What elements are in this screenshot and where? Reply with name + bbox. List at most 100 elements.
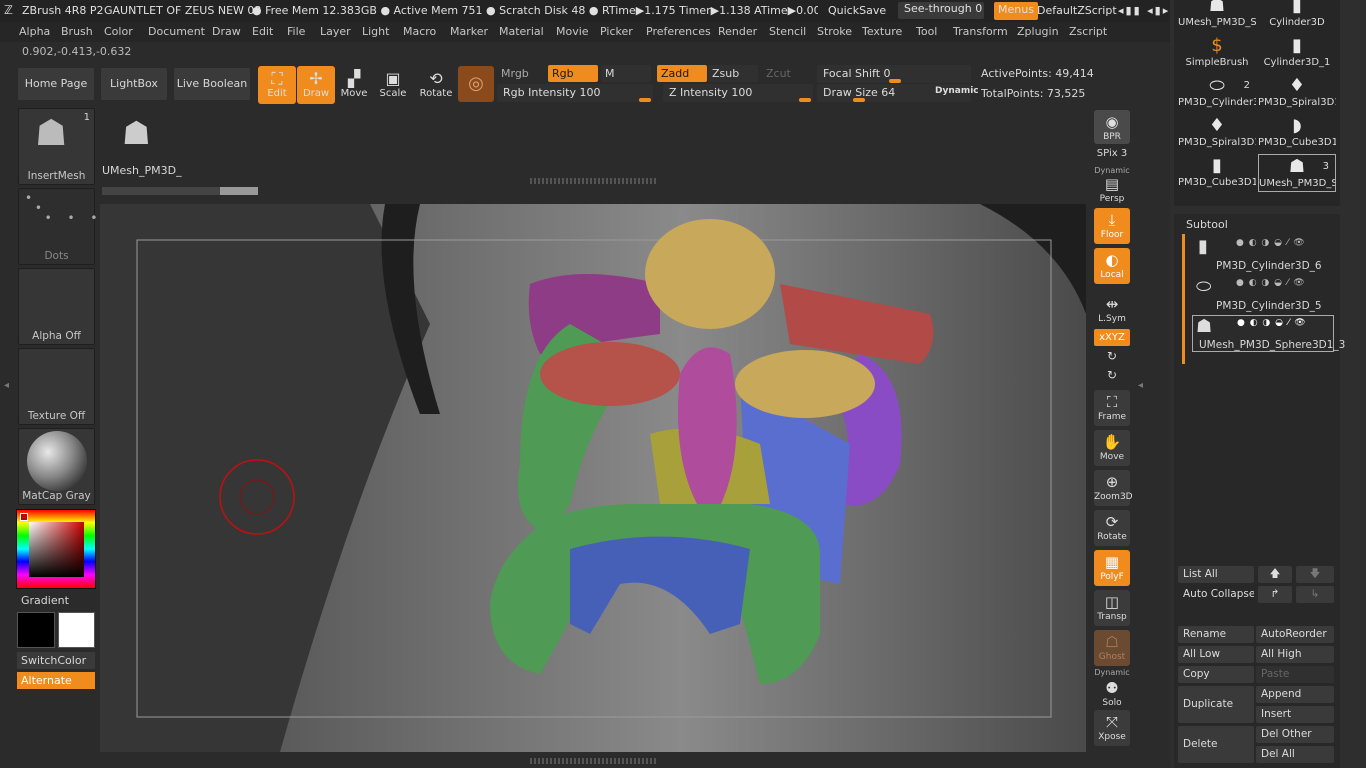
menu-item[interactable]: Movie	[556, 25, 589, 38]
menu-item[interactable]: Light	[362, 25, 389, 38]
menu-item[interactable]: File	[287, 25, 305, 38]
duplicate-button[interactable]: Duplicate	[1178, 686, 1254, 723]
draw-button[interactable]: ✢ Draw	[297, 66, 335, 104]
rgb-button[interactable]: Rgb	[548, 65, 598, 82]
home-page-button[interactable]: Home Page	[17, 67, 95, 101]
menu-item[interactable]: Texture	[862, 25, 902, 38]
lsym-button[interactable]: ⇹ L.Sym	[1094, 292, 1130, 324]
texture-slot[interactable]: Texture Off	[18, 348, 95, 425]
arrow-right-icon[interactable]: ↱	[1258, 586, 1292, 603]
subtool-toggle-icons[interactable]: ● ◐ ◑ ◒ ⁄ 👁	[1236, 238, 1306, 248]
zcut-button[interactable]: Zcut	[762, 65, 812, 82]
subtool-item[interactable]: ▮ ● ◐ ◑ ◒ ⁄ 👁 PM3D_Cylinder3D_6	[1192, 236, 1334, 274]
slider-knob[interactable]	[889, 79, 901, 83]
autoreorder-button[interactable]: AutoReorder	[1256, 626, 1334, 643]
menu-item[interactable]: Transform	[953, 25, 1008, 38]
scrollbar-thumb[interactable]	[220, 187, 258, 195]
material-slot[interactable]: MatCap Gray	[18, 428, 95, 505]
color-marker[interactable]	[20, 513, 28, 521]
m-button[interactable]: M	[601, 65, 651, 82]
layout-icons[interactable]: ◂▮▮ ◂▮▸	[1118, 4, 1170, 17]
tool-thumbnail[interactable]: ⬭ PM3D_Cylinder3 2	[1178, 74, 1256, 112]
menu-item[interactable]: Render	[718, 25, 757, 38]
subtool-item[interactable]: ⬭ ● ◐ ◑ ◒ ⁄ 👁 PM3D_Cylinder3D_5	[1192, 276, 1334, 314]
menu-item[interactable]: Brush	[61, 25, 93, 38]
alternate-button[interactable]: Alternate	[17, 672, 95, 689]
subtool-toggle-icons[interactable]: ● ◐ ◑ ◒ ⁄ 👁	[1236, 278, 1306, 288]
move-view-button[interactable]: ✋ Move	[1094, 430, 1130, 466]
stroke-slot[interactable]: • • • • • Dots	[18, 188, 98, 265]
rotate-z-icon[interactable]: ↻	[1094, 368, 1130, 382]
insert-button[interactable]: Insert	[1256, 706, 1334, 723]
tool-thumbnail[interactable]: ▮ Cylinder3D_1	[1258, 34, 1336, 72]
solo-button[interactable]: ⚉ Solo	[1094, 676, 1130, 708]
rotate-y-icon[interactable]: ↻	[1094, 349, 1130, 363]
scale-button[interactable]: ▣ Scale	[374, 66, 412, 104]
menus-button[interactable]: Menus	[994, 2, 1038, 20]
list-all-button[interactable]: List All	[1178, 566, 1254, 583]
lightbox-button[interactable]: LightBox	[100, 67, 168, 101]
arrow-down-right-icon[interactable]: ↳	[1296, 586, 1334, 603]
zsub-button[interactable]: Zsub	[708, 65, 758, 82]
menu-item[interactable]: Macro	[403, 25, 436, 38]
tool-thumbnail[interactable]: ▮ Cylinder3D	[1258, 0, 1336, 32]
menu-item[interactable]: Color	[104, 25, 133, 38]
move-button[interactable]: ▞ Move	[335, 66, 373, 104]
transp-button[interactable]: ◫ Transp	[1094, 590, 1130, 626]
del-other-button[interactable]: Del Other	[1256, 726, 1334, 743]
tool-thumbnail[interactable]: ◗ PM3D_Cube3D1	[1258, 114, 1336, 152]
menu-item[interactable]: Preferences	[646, 25, 711, 38]
menu-item[interactable]: Document	[148, 25, 205, 38]
menu-item[interactable]: Alpha	[19, 25, 50, 38]
left-tray-arrow-icon[interactable]: ◂	[4, 380, 9, 391]
tool-thumbnail[interactable]: ♦ PM3D_Spiral3D1	[1258, 74, 1336, 112]
right-tray-arrow-icon[interactable]: ◂	[1138, 380, 1143, 391]
menu-item[interactable]: Tool	[916, 25, 937, 38]
menu-item[interactable]: Picker	[600, 25, 633, 38]
menu-item[interactable]: Draw	[212, 25, 241, 38]
menu-item[interactable]: Zplugin	[1017, 25, 1059, 38]
zadd-button[interactable]: Zadd	[657, 65, 707, 82]
local-button[interactable]: ◐ Local	[1094, 248, 1130, 284]
polyf-button[interactable]: ▦ PolyF	[1094, 550, 1130, 586]
menu-item[interactable]: Stroke	[817, 25, 852, 38]
frame-button[interactable]: ⛶ Frame	[1094, 390, 1130, 426]
bpr-button[interactable]: ◉ BPR	[1094, 110, 1130, 144]
subtool-toggle-icons[interactable]: ● ◐ ◑ ◒ ⁄ 👁	[1237, 318, 1307, 328]
auto-collapse-button[interactable]: Auto Collapse	[1178, 586, 1254, 603]
tool-thumbnail[interactable]: $ SimpleBrush	[1178, 34, 1256, 72]
menu-item[interactable]: Material	[499, 25, 544, 38]
ghost-button[interactable]: ☖ Ghost	[1094, 630, 1130, 666]
z-intensity-slider[interactable]: Z Intensity 100	[663, 84, 813, 102]
move-up-arrow-icon[interactable]: 🡅	[1258, 566, 1292, 583]
append-button[interactable]: Append	[1256, 686, 1334, 703]
tool-thumbnail[interactable]: ♦ PM3D_Spiral3D1	[1178, 114, 1256, 152]
del-all-button[interactable]: Del All	[1256, 746, 1334, 763]
tool-thumbnail[interactable]: ☗ UMesh_PM3D_Sp	[1178, 0, 1256, 32]
alpha-slot[interactable]: Alpha Off	[18, 268, 95, 345]
subtool-item-selected[interactable]: ☗ ● ◐ ◑ ◒ ⁄ 👁 UMesh_PM3D_Sphere3D1_3	[1192, 315, 1345, 352]
switchcolor-button[interactable]: SwitchColor	[17, 652, 95, 669]
slider-knob[interactable]	[799, 98, 811, 102]
menu-item[interactable]: Zscript	[1069, 25, 1107, 38]
menu-item[interactable]: Layer	[320, 25, 351, 38]
persp-button[interactable]: ▤ Persp	[1094, 172, 1130, 204]
material-swatch-icon[interactable]: ◎	[458, 66, 494, 102]
draw-size-slider[interactable]: Draw Size 64 Dynamic	[817, 84, 979, 102]
secondary-color-swatch[interactable]	[58, 612, 95, 648]
rename-button[interactable]: Rename	[1178, 626, 1254, 643]
menu-item[interactable]: Stencil	[769, 25, 806, 38]
copy-button[interactable]: Copy	[1178, 666, 1254, 683]
slider-knob[interactable]	[639, 98, 651, 102]
rotate-view-button[interactable]: ⟳ Rotate	[1094, 510, 1130, 546]
model-render[interactable]	[100, 204, 1086, 752]
primary-color-swatch[interactable]	[17, 612, 55, 648]
xyz-button[interactable]: xXYZ	[1094, 329, 1130, 346]
slider-knob[interactable]	[853, 98, 865, 102]
floor-button[interactable]: ⤓ Floor	[1094, 208, 1130, 244]
color-picker[interactable]	[16, 509, 96, 589]
shelf-tool-thumbnail-icon[interactable]: ☗	[122, 110, 151, 156]
top-drawer-handle[interactable]	[530, 178, 658, 184]
all-low-button[interactable]: All Low	[1178, 646, 1254, 663]
focal-shift-slider[interactable]: Focal Shift 0	[817, 65, 971, 83]
